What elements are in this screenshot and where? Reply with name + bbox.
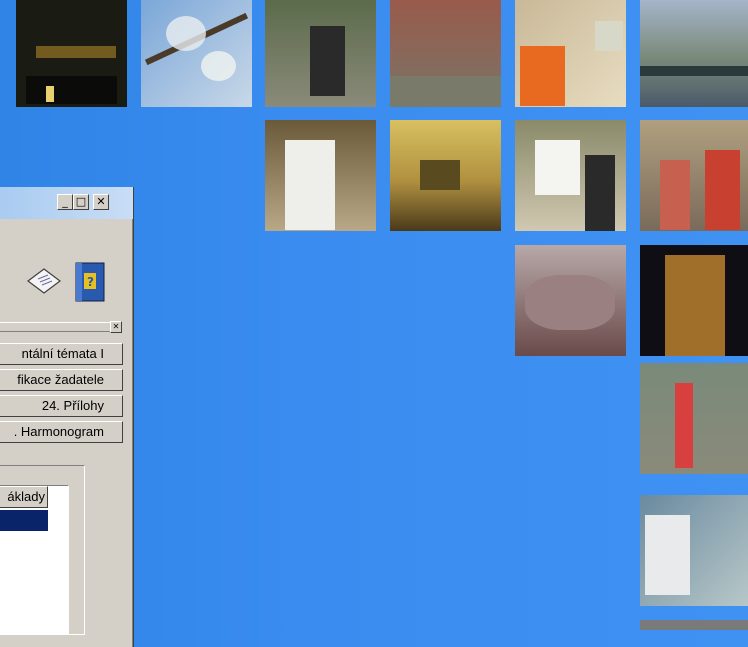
svg-text:?: ?: [87, 275, 94, 289]
photo-students-bench[interactable]: [640, 120, 748, 231]
toolbar: ?: [0, 219, 132, 307]
photo-construction-workers[interactable]: [640, 363, 748, 474]
photo-street-building[interactable]: [390, 0, 501, 107]
photo-lab-worker[interactable]: [265, 120, 376, 231]
photo-prague-night[interactable]: [16, 0, 127, 107]
photo-stroller-park[interactable]: [265, 0, 376, 107]
photo-whiteboard-lecture[interactable]: [515, 120, 626, 231]
tab-schedule[interactable]: . Harmonogram: [0, 421, 123, 443]
photo-castle-sunset[interactable]: [390, 120, 501, 231]
photo-dentist-patient[interactable]: [640, 495, 748, 606]
photo-powder-tower[interactable]: [640, 245, 748, 356]
tab-applicant-identification[interactable]: fikace žadatele: [0, 369, 123, 391]
maximize-icon[interactable]: □: [73, 194, 89, 210]
minimize-icon[interactable]: _: [57, 194, 73, 210]
list-header[interactable]: áklady: [0, 486, 48, 508]
photo-prague-castle-river[interactable]: [640, 0, 748, 107]
photo-blossom-branch[interactable]: [141, 0, 252, 107]
tab-attachments[interactable]: 24. Přílohy: [0, 395, 123, 417]
help-book-icon[interactable]: ?: [70, 259, 110, 305]
photo-coins-stack[interactable]: [515, 245, 626, 356]
list-box[interactable]: áklady: [0, 485, 69, 635]
close-icon[interactable]: ✕: [93, 194, 109, 210]
photo-partial-bottom[interactable]: [640, 620, 748, 630]
panel-close-icon[interactable]: ✕: [110, 321, 122, 333]
list-selected-row[interactable]: [0, 510, 48, 531]
panel-splitter[interactable]: [0, 322, 120, 332]
document-icon[interactable]: [26, 263, 62, 297]
application-window: _ □ ✕ ? ✕ ntální témata I fikace žadatel…: [0, 187, 134, 647]
tab-environmental-topics[interactable]: ntální témata I: [0, 343, 123, 365]
photo-computer-students[interactable]: [515, 0, 626, 107]
